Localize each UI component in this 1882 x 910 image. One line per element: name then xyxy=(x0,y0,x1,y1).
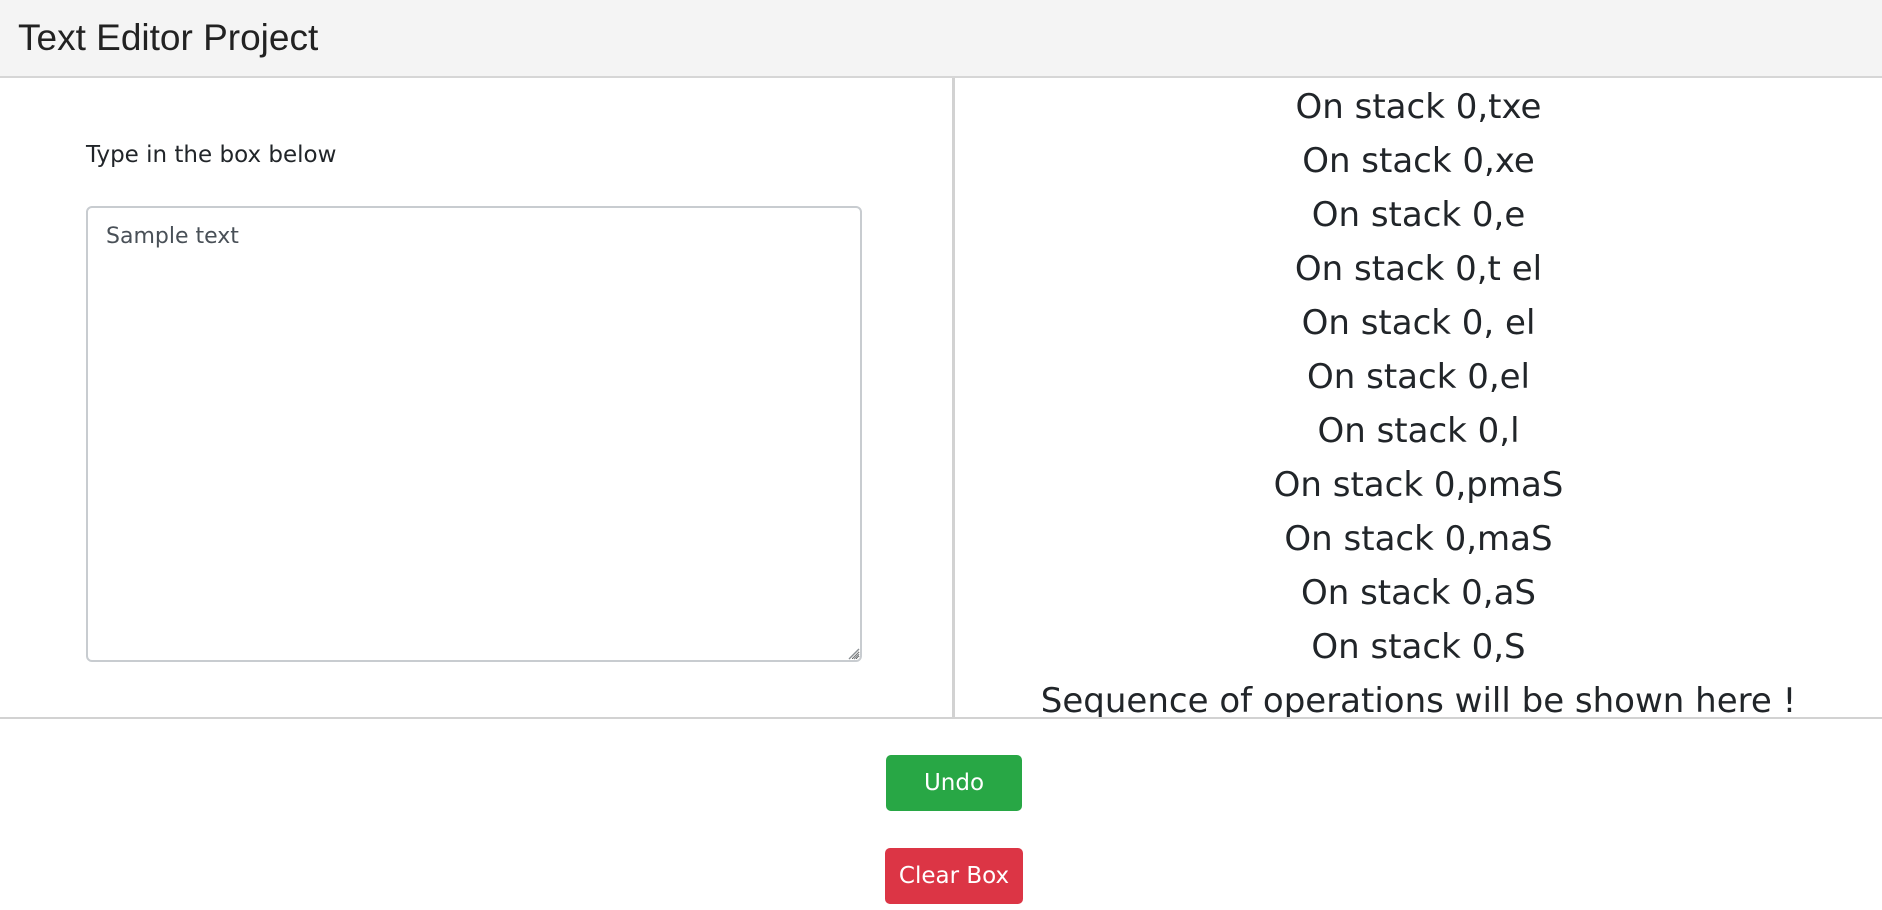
operations-pane: On stack 0,txe On stack 0,xe On stack 0,e O… xyxy=(955,80,1882,717)
operation-item: On stack 0,l xyxy=(1317,411,1520,451)
operation-item: On stack 0,pmaS xyxy=(1273,465,1564,505)
app-header: Text Editor Project xyxy=(0,0,1882,78)
editor-prompt: Type in the box below xyxy=(86,142,337,168)
operation-item: On stack 0,aS xyxy=(1300,573,1537,613)
text-editor-input[interactable]: Sample text xyxy=(86,206,862,662)
operation-item: On stack 0,t el xyxy=(1294,249,1543,289)
operation-item: On stack 0,S xyxy=(1311,627,1526,667)
operation-item: On stack 0,el xyxy=(1307,357,1530,397)
operations-list: On stack 0,txe On stack 0,xe On stack 0,e O… xyxy=(955,80,1882,717)
operation-item: On stack 0, el xyxy=(1301,303,1536,343)
operation-item: On stack 0,e xyxy=(1311,195,1526,235)
undo-button[interactable]: Undo xyxy=(886,755,1022,811)
page-title: Text Editor Project xyxy=(18,17,319,58)
operation-item: On stack 0,xe xyxy=(1302,141,1535,181)
clear-box-button[interactable]: Clear Box xyxy=(885,848,1023,904)
editor-pane: Type in the box below Sample text xyxy=(0,78,952,718)
operation-item: On stack 0,maS xyxy=(1284,519,1553,559)
operation-item: Sequence of operations will be shown her… xyxy=(1040,681,1797,717)
operation-item: On stack 0,txe xyxy=(1295,87,1542,127)
section-divider xyxy=(0,717,1882,719)
